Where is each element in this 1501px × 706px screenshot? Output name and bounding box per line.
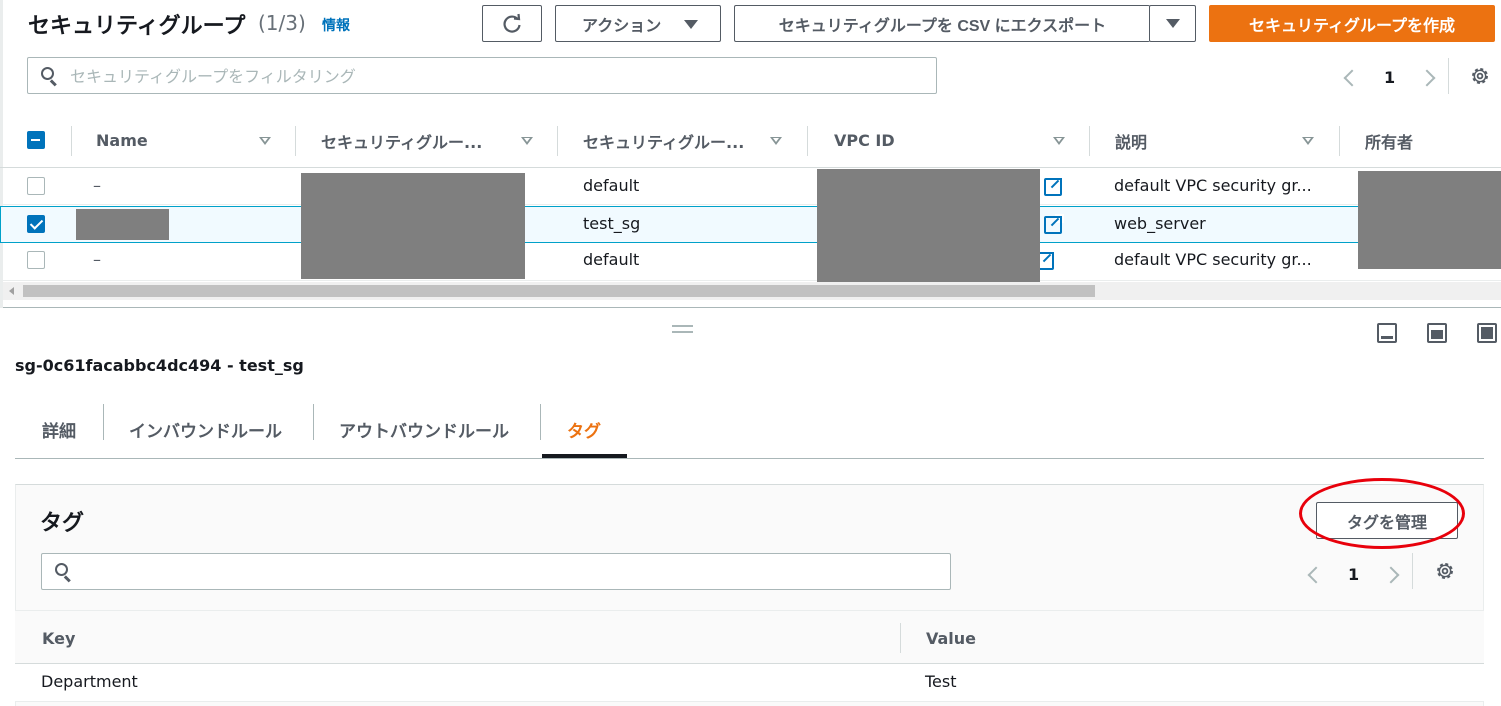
gear-icon[interactable] bbox=[1469, 65, 1491, 87]
export-csv-button[interactable]: セキュリティグループを CSV にエクスポート bbox=[734, 5, 1150, 42]
divider bbox=[1412, 553, 1413, 589]
detail-tabs: 詳細 インバウンドルール アウトバウンドルール タグ bbox=[15, 400, 1484, 459]
filter-input[interactable] bbox=[70, 64, 920, 88]
external-link-icon[interactable] bbox=[1044, 214, 1064, 234]
row-description: web_server bbox=[1114, 214, 1206, 233]
sort-icon[interactable] bbox=[770, 137, 782, 145]
export-dropdown-button[interactable] bbox=[1149, 5, 1196, 42]
row-description: default VPC security gr... bbox=[1114, 176, 1312, 195]
select-all-checkbox[interactable] bbox=[27, 131, 45, 149]
search-icon bbox=[55, 563, 73, 583]
caret-down-icon bbox=[1165, 19, 1180, 28]
actions-button[interactable]: アクション bbox=[555, 5, 721, 42]
annotation-highlight-ellipse bbox=[1299, 478, 1465, 549]
row-checkbox[interactable] bbox=[27, 215, 45, 233]
gear-icon[interactable] bbox=[1434, 560, 1456, 582]
row-checkbox[interactable] bbox=[27, 251, 45, 269]
redacted-vpc-ids bbox=[817, 169, 1040, 291]
tags-search-input[interactable] bbox=[84, 560, 934, 584]
column-header-group-name[interactable]: セキュリティグルー... bbox=[583, 113, 744, 168]
info-link[interactable]: 情報 bbox=[322, 15, 350, 35]
split-bottom-full-icon[interactable] bbox=[1477, 323, 1497, 343]
export-label: セキュリティグループを CSV にエクスポート bbox=[778, 17, 1107, 35]
refresh-button[interactable] bbox=[482, 5, 542, 42]
table-row-selected[interactable]: test_sg web_server bbox=[0, 206, 1501, 243]
tab-inbound-rules[interactable]: インバウンドルール bbox=[129, 400, 282, 458]
sort-icon[interactable] bbox=[521, 137, 533, 145]
create-security-group-button[interactable]: セキュリティグループを作成 bbox=[1209, 5, 1495, 42]
column-header-vpc-id[interactable]: VPC ID bbox=[834, 113, 895, 168]
split-bottom-small-icon[interactable] bbox=[1377, 323, 1397, 343]
detail-title: sg-0c61facabbc4dc494 - test_sg bbox=[15, 356, 304, 375]
filter-search-box[interactable] bbox=[27, 57, 937, 94]
tab-details[interactable]: 詳細 bbox=[42, 400, 76, 458]
scrollbar-thumb[interactable] bbox=[23, 285, 1095, 297]
chevron-right-icon[interactable] bbox=[1382, 566, 1400, 583]
column-header-value[interactable]: Value bbox=[926, 611, 976, 665]
active-tab-indicator bbox=[542, 454, 627, 458]
pagination: 1 bbox=[1343, 68, 1436, 87]
caret-down-icon bbox=[684, 20, 698, 29]
refresh-icon bbox=[503, 13, 521, 33]
redacted-owners bbox=[1358, 171, 1501, 269]
row-name: – bbox=[93, 176, 101, 195]
external-link-icon[interactable] bbox=[1044, 176, 1064, 196]
search-icon bbox=[41, 67, 59, 87]
column-header-group-id[interactable]: セキュリティグルー... bbox=[321, 113, 482, 168]
tab-tags[interactable]: タグ bbox=[567, 400, 601, 458]
tags-search-box[interactable] bbox=[41, 553, 951, 590]
column-header-name[interactable]: Name bbox=[96, 113, 148, 168]
tags-pagination: 1 bbox=[1307, 565, 1400, 584]
resize-handle[interactable] bbox=[672, 325, 693, 333]
horizontal-scrollbar[interactable] bbox=[3, 282, 1501, 300]
tag-value: Test bbox=[925, 672, 957, 691]
chevron-left-icon[interactable] bbox=[1343, 69, 1361, 86]
row-group-name: test_sg bbox=[583, 214, 641, 233]
row-name: – bbox=[93, 250, 101, 269]
table-row[interactable]: – default default VPC security gr... bbox=[0, 244, 1501, 281]
sort-icon[interactable] bbox=[1302, 137, 1314, 145]
security-groups-panel: セキュリティグループ (1/3) 情報 アクション セキュリティグループを CS… bbox=[0, 0, 1501, 308]
split-bottom-medium-icon[interactable] bbox=[1427, 323, 1447, 343]
column-header-key[interactable]: Key bbox=[42, 611, 75, 665]
table-row: Department Test bbox=[15, 664, 1484, 702]
tag-key: Department bbox=[41, 672, 138, 691]
selection-count: (1/3) bbox=[258, 11, 306, 35]
redacted-name bbox=[76, 209, 169, 240]
column-header-description[interactable]: 説明 bbox=[1115, 113, 1147, 168]
row-checkbox[interactable] bbox=[27, 177, 45, 195]
divider bbox=[1448, 58, 1449, 94]
page-number[interactable]: 1 bbox=[1348, 565, 1359, 584]
tags-heading: タグ bbox=[40, 511, 85, 536]
column-header-owner[interactable]: 所有者 bbox=[1365, 113, 1413, 168]
chevron-left-icon[interactable] bbox=[1307, 566, 1325, 583]
actions-label: アクション bbox=[582, 17, 662, 35]
sort-icon[interactable] bbox=[1053, 137, 1065, 145]
sort-icon[interactable] bbox=[259, 137, 271, 145]
row-group-name: default bbox=[583, 250, 640, 269]
chevron-right-icon[interactable] bbox=[1418, 69, 1436, 86]
scroll-left-arrow-icon[interactable] bbox=[9, 287, 14, 295]
table-row[interactable]: – default default VPC security gr... bbox=[0, 168, 1501, 205]
page-number[interactable]: 1 bbox=[1384, 68, 1395, 87]
table-header: Name セキュリティグルー... セキュリティグルー... VPC ID 説明… bbox=[0, 113, 1501, 168]
row-group-name: default bbox=[583, 176, 640, 195]
tags-table-header: Key Value bbox=[15, 610, 1484, 664]
page-title: セキュリティグループ bbox=[28, 14, 246, 39]
redacted-group-ids bbox=[301, 173, 525, 279]
tab-outbound-rules[interactable]: アウトバウンドルール bbox=[339, 400, 509, 458]
row-description: default VPC security gr... bbox=[1114, 250, 1312, 269]
